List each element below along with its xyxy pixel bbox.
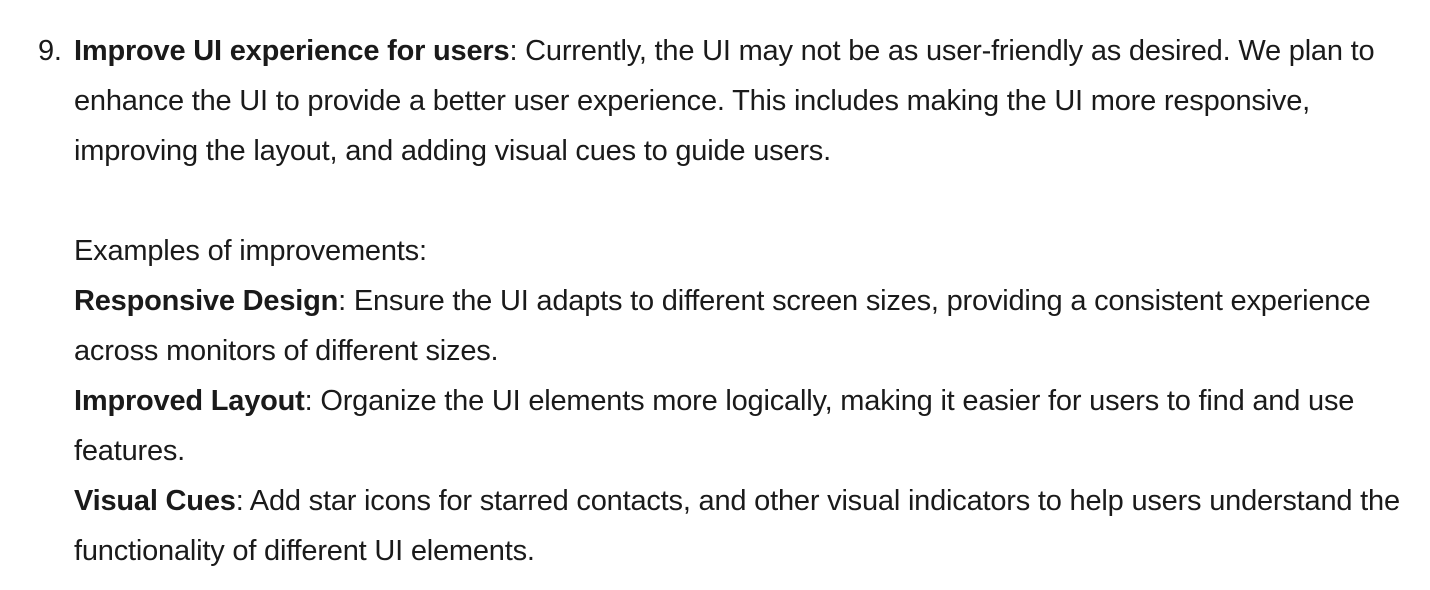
example-label: Improved Layout: [74, 385, 305, 417]
example-text: : Add star icons for starred contacts, a…: [74, 485, 1400, 567]
example-label: Visual Cues: [74, 485, 236, 517]
example-visual-cues: Visual Cues: Add star icons for starred …: [74, 476, 1420, 576]
list-item-number: 9.: [38, 35, 62, 67]
example-label: Responsive Design: [74, 285, 339, 317]
document-body: 9. Improve UI experience for users: Curr…: [0, 26, 1430, 576]
list-item-9: 9. Improve UI experience for users: Curr…: [0, 26, 1430, 576]
examples-heading: Examples of improvements:: [74, 235, 427, 267]
example-improved-layout: Improved Layout: Organize the UI element…: [74, 376, 1420, 476]
item-title: Improve UI experience for users: [74, 35, 510, 67]
item-intro-paragraph: Improve UI experience for users: Current…: [74, 26, 1420, 176]
example-responsive-design: Responsive Design: Ensure the UI adapts …: [74, 276, 1420, 376]
